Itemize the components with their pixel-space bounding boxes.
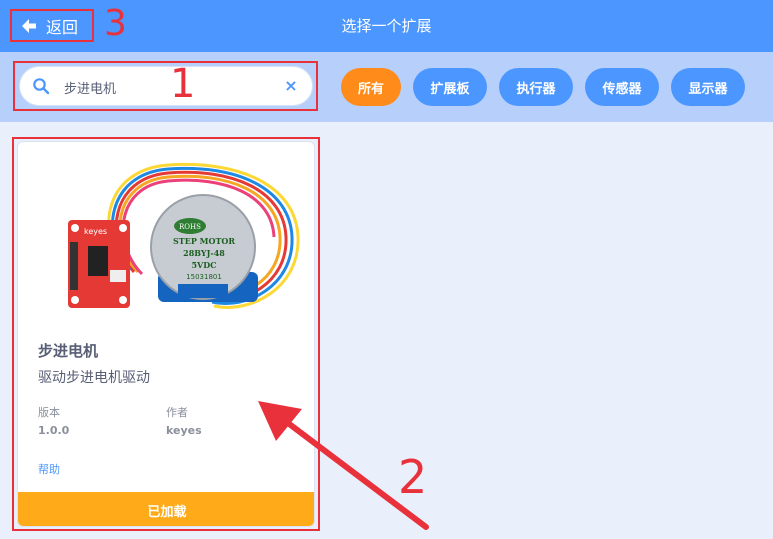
filter-bar: × 所有 扩展板 执行器 传感器 显示器 <box>0 52 773 122</box>
category-sensors-button[interactable]: 传感器 <box>585 68 659 106</box>
board-label: keyes <box>84 227 107 236</box>
author-value: keyes <box>166 424 202 437</box>
version-value: 1.0.0 <box>38 424 70 437</box>
search-icon <box>33 78 50 95</box>
category-actuators-button[interactable]: 执行器 <box>499 68 573 106</box>
extension-description: 驱动步进电机驱动 <box>38 370 150 386</box>
category-boards-button[interactable]: 扩展板 <box>413 68 487 106</box>
motor-label-2: 28BYJ-48 <box>183 248 225 258</box>
version-label: 版本 <box>38 406 60 419</box>
close-icon[interactable]: × <box>282 77 300 95</box>
extension-name: 步进电机 <box>38 342 99 360</box>
annotation-number-1: 1 <box>170 61 196 107</box>
search-input[interactable] <box>64 75 264 99</box>
motor-label-1: STEP MOTOR <box>173 236 235 246</box>
annotation-number-2: 2 <box>398 450 428 504</box>
author-label: 作者 <box>166 406 188 419</box>
motor-label-4: 15031801 <box>186 273 222 281</box>
motor-label-3: 5VDC <box>191 260 216 270</box>
annotation-number-3: 3 <box>104 3 127 44</box>
category-all-button[interactable]: 所有 <box>341 68 401 106</box>
category-displays-button[interactable]: 显示器 <box>671 68 745 106</box>
motor-badge: ROHS <box>179 223 201 231</box>
help-link[interactable]: 帮助 <box>38 461 60 477</box>
stepper-motor-image: keyes ROHS STEP MOTOR 28BYJ-48 5VDC 1503… <box>68 162 300 309</box>
search-box[interactable]: × <box>19 66 313 106</box>
